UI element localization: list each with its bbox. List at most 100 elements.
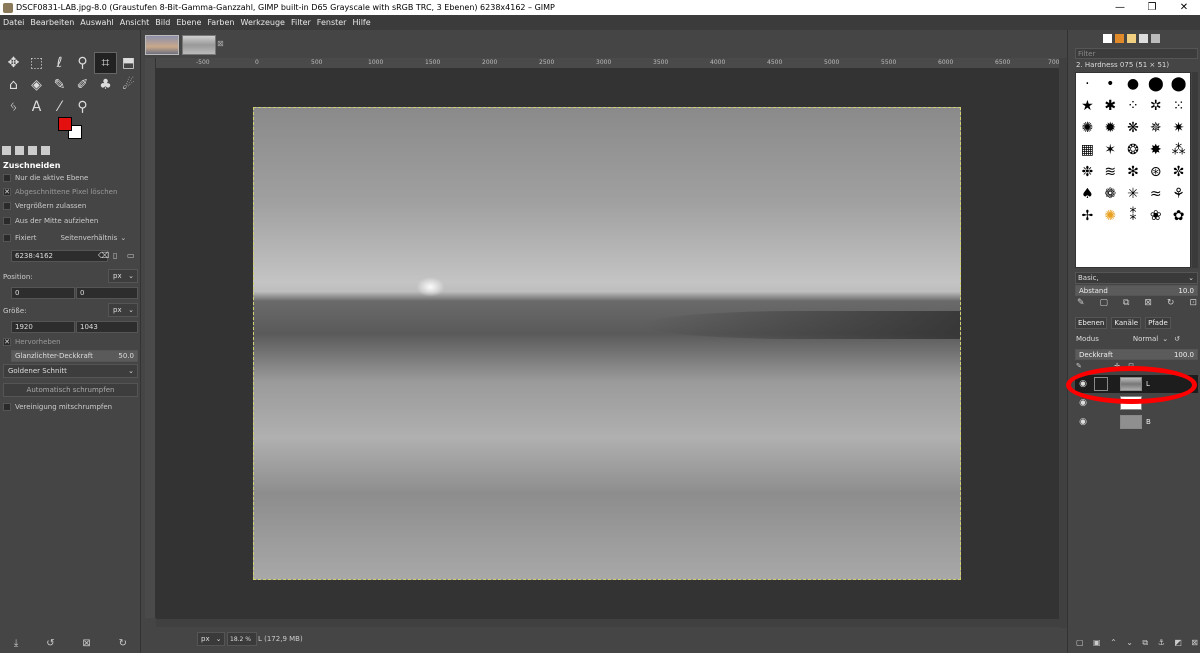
save-options-icon[interactable]: ⤓ bbox=[14, 638, 18, 649]
menu-bearbeiten[interactable]: Bearbeiten bbox=[30, 18, 74, 27]
patterns-tab-icon[interactable] bbox=[1115, 34, 1124, 43]
brush-item[interactable]: ● bbox=[1122, 73, 1145, 95]
undo-history-tab-icon[interactable] bbox=[28, 146, 37, 155]
document-history-tab-icon[interactable] bbox=[1151, 34, 1160, 43]
smudge-icon[interactable]: ☄ bbox=[117, 74, 140, 96]
lock-pixels-icon[interactable]: ✎ bbox=[1076, 362, 1082, 370]
checkbox-checked[interactable]: ✕ bbox=[3, 337, 11, 346]
image-tab-1[interactable] bbox=[145, 35, 179, 55]
delete-options-icon[interactable]: ⊠ bbox=[82, 638, 90, 649]
paths-icon[interactable]: ᛃ bbox=[2, 96, 25, 118]
chevron-down-icon[interactable]: ⌄ bbox=[1162, 335, 1168, 343]
new-brush-icon[interactable]: ▢ bbox=[1100, 298, 1109, 308]
image-tab-2[interactable] bbox=[182, 35, 216, 55]
brush-item[interactable]: ⚘ bbox=[1167, 183, 1190, 205]
vertical-scrollbar[interactable] bbox=[1059, 58, 1067, 628]
color-swatches[interactable] bbox=[56, 115, 86, 143]
checkbox[interactable] bbox=[3, 201, 11, 210]
brush-item[interactable]: ✿ bbox=[1167, 205, 1190, 227]
brush-item[interactable]: ✹ bbox=[1099, 117, 1122, 139]
close-tab-icon[interactable]: ⊠ bbox=[217, 39, 224, 48]
landscape-icon[interactable]: ▭ bbox=[127, 251, 135, 260]
zoom-select[interactable]: 18.2 % bbox=[227, 632, 257, 646]
menu-bild[interactable]: Bild bbox=[155, 18, 170, 27]
brush-item[interactable]: • bbox=[1099, 73, 1122, 95]
anchor-layer-icon[interactable]: ⚓ bbox=[1158, 638, 1165, 648]
brushes-tab-icon[interactable] bbox=[1103, 34, 1112, 43]
from-center-option[interactable]: Aus der Mitte aufziehen bbox=[3, 214, 139, 227]
brush-item[interactable]: ❂ bbox=[1122, 139, 1145, 161]
menu-filter[interactable]: Filter bbox=[291, 18, 311, 27]
brush-item[interactable]: ▦ bbox=[1076, 139, 1099, 161]
menu-werkzeuge[interactable]: Werkzeuge bbox=[241, 18, 285, 27]
menu-fenster[interactable]: Fenster bbox=[317, 18, 347, 27]
foreground-color[interactable] bbox=[58, 117, 72, 131]
close-button[interactable]: ✕ bbox=[1168, 0, 1200, 15]
brush-item[interactable]: ✳ bbox=[1122, 183, 1145, 205]
brush-item[interactable]: · bbox=[1076, 73, 1099, 95]
brush-item[interactable]: ✲ bbox=[1144, 95, 1167, 117]
brush-item[interactable]: ✸ bbox=[1144, 139, 1167, 161]
clear-icon[interactable]: ⌫ bbox=[98, 251, 109, 260]
layer-opacity-slider[interactable]: Deckkraft 100.0 bbox=[1075, 349, 1198, 360]
brush-item[interactable]: ⁑ bbox=[1122, 205, 1145, 227]
brush-item[interactable]: ⬤ bbox=[1144, 73, 1167, 95]
horizontal-ruler[interactable]: -500 0 500 1000 1500 2000 2500 3000 3500… bbox=[156, 58, 1065, 69]
checkbox[interactable] bbox=[3, 173, 11, 182]
menu-farben[interactable]: Farben bbox=[207, 18, 234, 27]
portrait-icon[interactable]: ▯ bbox=[113, 251, 117, 260]
lock-position-icon[interactable]: ✛ bbox=[1114, 362, 1120, 370]
auto-shrink-button[interactable]: Automatisch schrumpfen bbox=[3, 383, 138, 397]
lower-layer-icon[interactable]: ⌄ bbox=[1126, 638, 1133, 648]
edit-brush-icon[interactable]: ✎ bbox=[1077, 298, 1085, 308]
brush-item[interactable]: ⁙ bbox=[1167, 95, 1190, 117]
fonts-tab-icon[interactable] bbox=[1139, 34, 1148, 43]
seascape-photo[interactable] bbox=[253, 107, 961, 580]
position-y-field[interactable]: 0 bbox=[76, 287, 138, 299]
delete-cropped-option[interactable]: ✕ Abgeschnittene Pixel löschen bbox=[3, 185, 139, 198]
crop-icon[interactable]: ⌗ bbox=[94, 52, 117, 74]
new-group-icon[interactable]: ▣ bbox=[1093, 638, 1101, 648]
reset-options-icon[interactable]: ↻ bbox=[119, 638, 127, 649]
gradients-tab-icon[interactable] bbox=[1127, 34, 1136, 43]
mode-reset-icon[interactable]: ↺ bbox=[1174, 335, 1180, 343]
refresh-brushes-icon[interactable]: ↻ bbox=[1167, 298, 1175, 308]
image-canvas[interactable] bbox=[156, 69, 1059, 619]
checkbox[interactable] bbox=[3, 216, 11, 225]
guides-select[interactable]: Goldener Schnitt ⌄ bbox=[3, 364, 138, 378]
brush-item[interactable]: ⁂ bbox=[1167, 139, 1190, 161]
lock-alpha-icon[interactable]: ⊡ bbox=[1128, 362, 1134, 370]
fixed-option[interactable]: Fixiert Seitenverhältnis ⌄ bbox=[3, 231, 139, 244]
chevron-down-icon[interactable]: ⌄ bbox=[120, 234, 126, 242]
brush-item[interactable]: ⊛ bbox=[1144, 161, 1167, 183]
delete-layer-icon[interactable]: ⊠ bbox=[1191, 638, 1198, 648]
transform-icon[interactable]: ⬒ bbox=[117, 52, 140, 74]
layer-row[interactable]: ◉ bbox=[1075, 394, 1198, 412]
vertical-ruler[interactable] bbox=[145, 58, 156, 618]
checkbox[interactable] bbox=[3, 402, 11, 411]
clone-icon[interactable]: ♣ bbox=[94, 74, 117, 96]
duplicate-layer-icon[interactable]: ⧉ bbox=[1142, 638, 1148, 648]
move-icon[interactable]: ✥ bbox=[2, 52, 25, 74]
brush-item[interactable]: ⁘ bbox=[1122, 95, 1145, 117]
brush-item[interactable]: ≈ bbox=[1144, 183, 1167, 205]
brush-item[interactable]: ✢ bbox=[1076, 205, 1099, 227]
brush-item[interactable]: ✼ bbox=[1167, 161, 1190, 183]
allow-grow-option[interactable]: Vergrößern zulassen bbox=[3, 199, 139, 212]
menu-datei[interactable]: Datei bbox=[3, 18, 24, 27]
eye-icon[interactable]: ◉ bbox=[1075, 379, 1091, 389]
brush-item[interactable]: ≋ bbox=[1099, 161, 1122, 183]
tab-paths[interactable]: Pfade bbox=[1145, 317, 1171, 329]
menu-hilfe[interactable]: Hilfe bbox=[352, 18, 370, 27]
only-active-layer-option[interactable]: Nur die aktive Ebene bbox=[3, 171, 139, 184]
menu-auswahl[interactable]: Auswahl bbox=[80, 18, 113, 27]
brush-item[interactable]: ❁ bbox=[1099, 183, 1122, 205]
chain-icon[interactable] bbox=[1094, 377, 1108, 391]
brush-item[interactable]: ✵ bbox=[1144, 117, 1167, 139]
tab-layers[interactable]: Ebenen bbox=[1075, 317, 1108, 329]
highlight-option[interactable]: ✕ Hervorheben bbox=[3, 335, 139, 348]
eye-icon[interactable]: ◉ bbox=[1075, 398, 1091, 408]
brush-tag-select[interactable]: Basic, ⌄ bbox=[1075, 272, 1198, 284]
ratio-field[interactable]: 6238:4162 bbox=[11, 250, 108, 262]
menu-ebene[interactable]: Ebene bbox=[176, 18, 201, 27]
